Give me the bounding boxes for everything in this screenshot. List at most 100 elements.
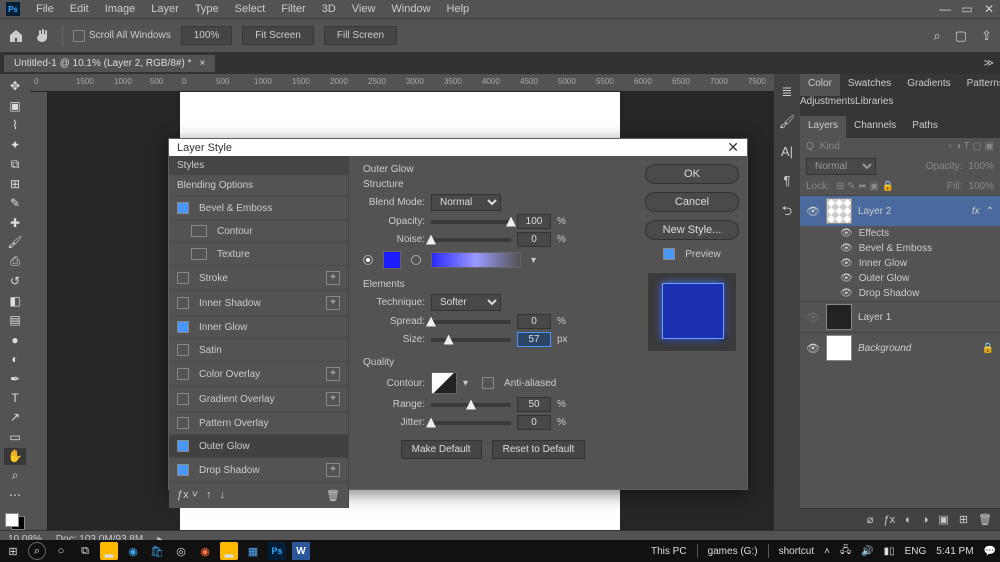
style-drop-shadow[interactable]: Drop Shadow+ bbox=[169, 458, 348, 483]
range-slider[interactable] bbox=[431, 403, 511, 407]
actions-panel-icon[interactable]: ⮌ bbox=[782, 202, 792, 224]
store-icon[interactable]: 🛍 bbox=[148, 542, 166, 560]
eyedropper-tool-icon[interactable]: ✎ bbox=[4, 195, 26, 211]
search-taskbar-icon[interactable]: ⌕ bbox=[28, 542, 46, 560]
shape-tool-icon[interactable]: ▭ bbox=[4, 429, 26, 445]
blending-options[interactable]: Blending Options bbox=[169, 175, 348, 197]
minimize-icon[interactable]: — bbox=[934, 2, 956, 16]
layer-item-layer2[interactable]: 👁 Layer 2 fx ⌃ bbox=[800, 195, 1000, 226]
paragraph-panel-icon[interactable]: ¶ bbox=[784, 173, 791, 188]
styles-header[interactable]: Styles bbox=[169, 156, 348, 175]
start-icon[interactable]: ⊞ bbox=[4, 542, 22, 560]
jitter-slider[interactable] bbox=[431, 421, 511, 425]
calculator-icon[interactable]: ▦ bbox=[244, 542, 262, 560]
taskbar-folder-shortcut[interactable]: shortcut bbox=[779, 546, 815, 557]
lasso-tool-icon[interactable]: ⌇ bbox=[4, 117, 26, 133]
gradient-dropdown-icon[interactable]: ▾ bbox=[531, 255, 536, 266]
visibility-icon[interactable]: 👁 bbox=[840, 273, 853, 284]
add-icon[interactable]: + bbox=[326, 271, 340, 285]
style-pattern-overlay[interactable]: Pattern Overlay bbox=[169, 412, 348, 435]
dodge-tool-icon[interactable]: ◐ bbox=[4, 351, 26, 367]
size-slider[interactable] bbox=[431, 338, 511, 342]
eraser-tool-icon[interactable]: ◧ bbox=[4, 292, 26, 308]
blend-mode-select[interactable]: Normal bbox=[806, 158, 876, 175]
scroll-all-checkbox[interactable]: Scroll All Windows bbox=[73, 30, 171, 42]
style-bevel-emboss[interactable]: Bevel & Emboss bbox=[169, 197, 348, 220]
character-panel-icon[interactable]: A| bbox=[781, 144, 793, 159]
layer-item-layer1[interactable]: 👁 Layer 1 bbox=[800, 301, 1000, 332]
folder-icon[interactable]: ▂ bbox=[220, 542, 238, 560]
gradient-picker[interactable] bbox=[431, 252, 521, 268]
mask-icon[interactable]: ◐ bbox=[905, 514, 912, 526]
photoshop-taskbar-icon[interactable]: Ps bbox=[268, 542, 286, 560]
visibility-icon[interactable]: 👁 bbox=[806, 205, 820, 218]
restore-icon[interactable]: ▭ bbox=[956, 2, 978, 16]
workspace-icon[interactable]: ▢ bbox=[955, 28, 967, 44]
range-input[interactable] bbox=[517, 397, 551, 412]
menu-image[interactable]: Image bbox=[97, 3, 144, 15]
search-icon[interactable]: ⌕ bbox=[934, 28, 941, 44]
menu-window[interactable]: Window bbox=[383, 3, 438, 15]
lock-icons[interactable]: ⊞ ✎ ⬌ ▣ 🔒 bbox=[836, 181, 894, 192]
home-icon[interactable] bbox=[8, 28, 24, 44]
move-tool-icon[interactable]: ✥ bbox=[4, 78, 26, 94]
noise-slider[interactable] bbox=[431, 238, 511, 242]
swatches-panel-tab[interactable]: Swatches bbox=[840, 74, 899, 96]
channels-panel-tab[interactable]: Channels bbox=[846, 116, 904, 138]
layer-thumbnail[interactable] bbox=[826, 335, 852, 361]
firefox-icon[interactable]: ◉ bbox=[196, 542, 214, 560]
visibility-icon[interactable]: 👁 bbox=[840, 288, 853, 299]
menu-layer[interactable]: Layer bbox=[143, 3, 187, 15]
move-down-icon[interactable]: ↓ bbox=[220, 489, 226, 502]
brush-panel-icon[interactable]: 🖌 bbox=[779, 114, 796, 130]
paths-panel-tab[interactable]: Paths bbox=[904, 116, 946, 138]
fill-screen-button[interactable]: Fill Screen bbox=[324, 26, 397, 45]
close-icon[interactable]: ✕ bbox=[978, 2, 1000, 16]
type-tool-icon[interactable]: T bbox=[4, 390, 26, 406]
cancel-button[interactable]: Cancel bbox=[645, 192, 739, 212]
adjustment-icon[interactable]: ◑ bbox=[922, 514, 929, 526]
dialog-close-icon[interactable]: ✕ bbox=[727, 139, 739, 156]
opacity-input[interactable] bbox=[517, 214, 551, 229]
style-texture[interactable]: Texture bbox=[169, 243, 348, 266]
visibility-icon[interactable]: 👁 bbox=[840, 258, 853, 269]
opacity-value[interactable]: 100% bbox=[968, 161, 994, 172]
anti-aliased-checkbox[interactable] bbox=[482, 377, 494, 389]
ok-button[interactable]: OK bbox=[645, 164, 739, 184]
fx-badge[interactable]: fx bbox=[972, 206, 980, 217]
chrome-icon[interactable]: ◎ bbox=[172, 542, 190, 560]
fx-icon[interactable]: ƒx bbox=[883, 514, 895, 526]
network-icon[interactable]: 🖧 bbox=[840, 543, 851, 560]
zoom-level[interactable]: 100% bbox=[181, 26, 233, 45]
gradient-radio[interactable] bbox=[411, 255, 421, 265]
solid-color-radio[interactable] bbox=[363, 255, 373, 265]
history-panel-icon[interactable]: ≣ bbox=[782, 84, 793, 100]
spread-slider[interactable] bbox=[431, 320, 511, 324]
style-color-overlay[interactable]: Color Overlay+ bbox=[169, 362, 348, 387]
sound-icon[interactable]: 🔊 bbox=[861, 546, 873, 557]
menu-type[interactable]: Type bbox=[187, 3, 227, 15]
share-icon[interactable]: ⇪ bbox=[981, 28, 992, 44]
menu-filter[interactable]: Filter bbox=[273, 3, 313, 15]
gradients-panel-tab[interactable]: Gradients bbox=[899, 74, 958, 96]
tray-expand-icon[interactable]: ˄ bbox=[824, 546, 830, 557]
edit-toolbar-icon[interactable]: ⋯ bbox=[4, 487, 26, 503]
zoom-tool-icon[interactable]: ⌕ bbox=[4, 468, 26, 484]
reset-default-button[interactable]: Reset to Default bbox=[492, 440, 586, 459]
menu-help[interactable]: Help bbox=[439, 3, 478, 15]
path-tool-icon[interactable]: ↗ bbox=[4, 409, 26, 425]
close-tab-icon[interactable]: × bbox=[199, 58, 205, 69]
move-up-icon[interactable]: ↑ bbox=[206, 489, 212, 502]
opacity-slider[interactable] bbox=[431, 220, 511, 224]
heal-tool-icon[interactable]: ✚ bbox=[4, 214, 26, 230]
crop-tool-icon[interactable]: ⧉ bbox=[4, 156, 26, 172]
menu-edit[interactable]: Edit bbox=[62, 3, 97, 15]
tab-overflow-icon[interactable]: ≫ bbox=[984, 58, 1000, 69]
visibility-icon[interactable]: 👁 bbox=[840, 228, 853, 239]
marquee-tool-icon[interactable]: ▣ bbox=[4, 97, 26, 113]
cortana-icon[interactable]: ○ bbox=[52, 542, 70, 560]
style-gradient-overlay[interactable]: Gradient Overlay+ bbox=[169, 387, 348, 412]
spread-input[interactable] bbox=[517, 314, 551, 329]
style-outer-glow[interactable]: Outer Glow bbox=[169, 435, 348, 458]
new-style-button[interactable]: New Style... bbox=[645, 220, 739, 240]
